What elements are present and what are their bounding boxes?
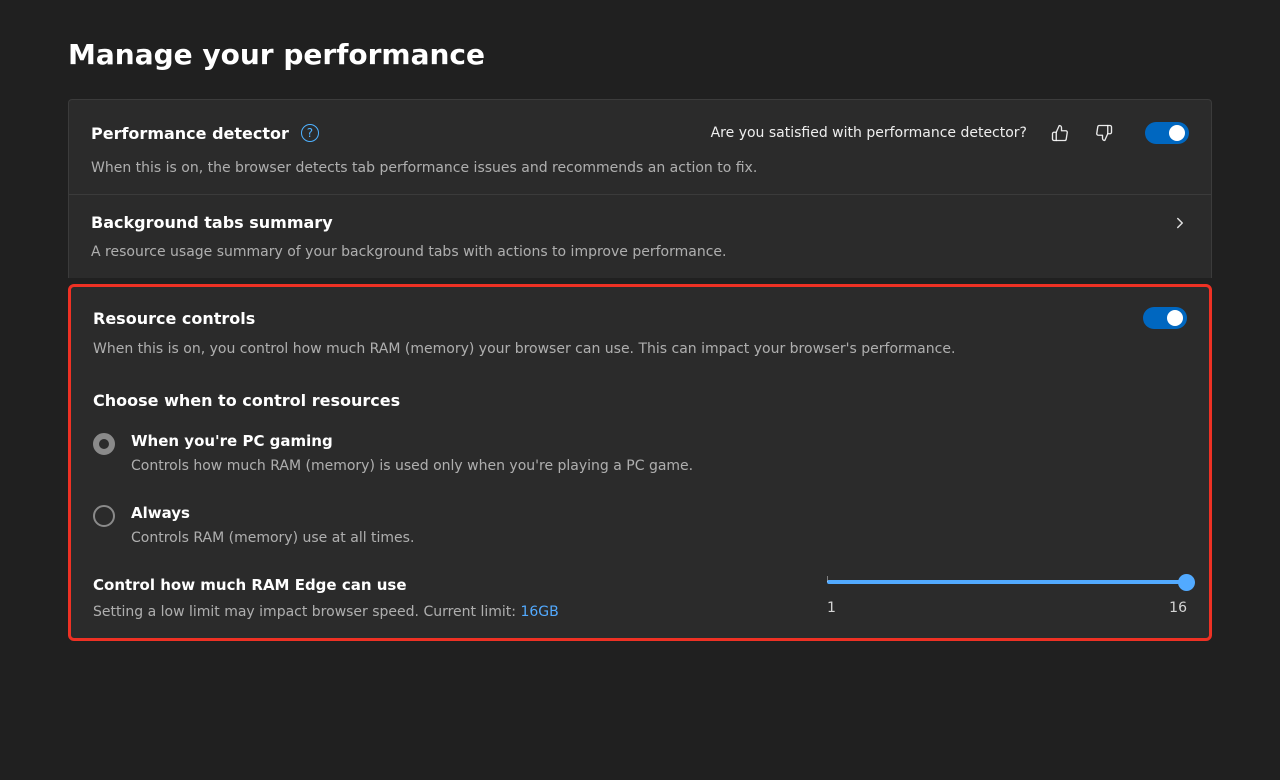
performance-detector-card: Performance detector ? Are you satisfied… <box>68 99 1212 194</box>
background-tabs-desc: A resource usage summary of your backgro… <box>91 244 1189 260</box>
ram-current-limit[interactable]: 16GB <box>520 604 558 620</box>
thumbs-down-icon[interactable] <box>1089 118 1119 148</box>
ram-slider[interactable]: 1 16 <box>827 576 1187 616</box>
resource-controls-section: Resource controls When this is on, you c… <box>68 284 1212 641</box>
slider-thumb-icon[interactable] <box>1178 574 1195 591</box>
thumbs-up-icon[interactable] <box>1045 118 1075 148</box>
feedback-question: Are you satisfied with performance detec… <box>711 125 1027 141</box>
option-always-desc: Controls RAM (memory) use at all times. <box>131 530 414 546</box>
performance-detector-toggle[interactable] <box>1145 122 1189 144</box>
radio-unselected-icon <box>93 505 115 527</box>
ram-slider-desc-text: Setting a low limit may impact browser s… <box>93 604 520 620</box>
resource-controls-title: Resource controls <box>93 309 255 328</box>
option-pc-gaming-title: When you're PC gaming <box>131 432 693 450</box>
option-always-title: Always <box>131 504 414 522</box>
performance-detector-desc: When this is on, the browser detects tab… <box>91 160 1189 176</box>
performance-detector-title: Performance detector <box>91 124 289 143</box>
ram-slider-desc: Setting a low limit may impact browser s… <box>93 604 779 620</box>
slider-min-label: 1 <box>827 600 836 616</box>
radio-selected-icon <box>93 433 115 455</box>
page-title: Manage your performance <box>68 38 1212 71</box>
background-tabs-card[interactable]: Background tabs summary A resource usage… <box>68 194 1212 278</box>
option-pc-gaming-desc: Controls how much RAM (memory) is used o… <box>131 458 693 474</box>
resource-controls-desc: When this is on, you control how much RA… <box>93 341 1187 357</box>
chevron-right-icon <box>1171 214 1189 232</box>
resource-controls-toggle[interactable] <box>1143 307 1187 329</box>
option-pc-gaming[interactable]: When you're PC gaming Controls how much … <box>93 432 1187 474</box>
ram-slider-title: Control how much RAM Edge can use <box>93 576 779 594</box>
choose-when-heading: Choose when to control resources <box>93 391 1187 410</box>
option-always[interactable]: Always Controls RAM (memory) use at all … <box>93 504 1187 546</box>
help-icon[interactable]: ? <box>301 124 319 142</box>
background-tabs-title: Background tabs summary <box>91 213 333 232</box>
slider-max-label: 16 <box>1169 600 1187 616</box>
